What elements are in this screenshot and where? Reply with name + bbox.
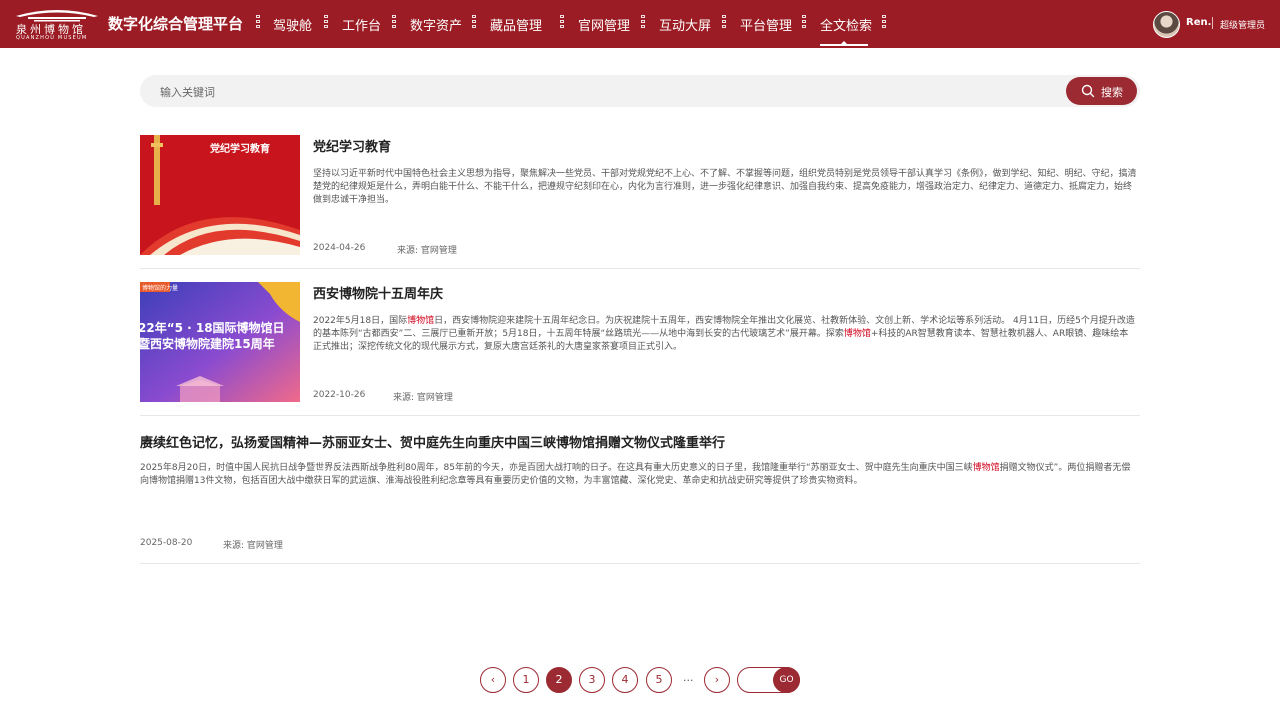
top-navbar: 泉州博物馆 QUANZHOU MUSEUM 数字化综合管理平台 驾驶舱 工作台 …: [0, 0, 1280, 48]
result-title[interactable]: 赓续红色记忆，弘扬爱国精神—苏丽亚女士、贺中庭先生向重庆中国三峡博物馆捐赠文物仪…: [140, 432, 725, 451]
page-button-1[interactable]: 1: [513, 667, 539, 693]
nav-item-workbench[interactable]: 工作台: [342, 15, 381, 34]
result-title[interactable]: 党纪学习教育: [313, 136, 391, 155]
result-thumbnail[interactable]: 党纪学习教育: [140, 135, 300, 255]
result-divider: [140, 415, 1140, 416]
result-date: 2024-04-26: [313, 243, 366, 253]
thumbnail-caption: 党纪学习教育: [210, 142, 270, 155]
active-nav-caret-icon: [839, 41, 849, 46]
nav-item-collections[interactable]: 藏品管理: [490, 15, 542, 34]
result-thumbnail[interactable]: 博物馆的力量 22年“5 · 18国际博物馆日 暨西安博物院建院15周年: [140, 282, 300, 402]
party-education-image: 党纪学习教育: [140, 135, 300, 255]
logo-name-en: QUANZHOU MUSEUM: [16, 35, 88, 41]
result-source: 来源: 官网管理: [393, 393, 453, 403]
result-description: 坚持以习近平新时代中国特色社会主义思想为指导，聚焦解决一些党员、干部对党规党纪不…: [313, 169, 1137, 205]
search-icon: [1081, 84, 1095, 98]
nav-separator-icon: [640, 15, 646, 31]
search-input[interactable]: [140, 75, 1140, 107]
result-description: 2025年8月20日，时值中国人民抗日战争暨世界反法西斯战争胜利80周年，85年…: [140, 463, 1131, 486]
page-button-2[interactable]: 2: [546, 667, 572, 693]
result-title[interactable]: 西安博物院十五周年庆: [313, 283, 443, 302]
result-description: 2022年5月18日，国际博物馆日，西安博物院迎来建院十五周年纪念日。为庆祝建院…: [313, 316, 1135, 352]
nav-separator-icon: [721, 15, 727, 31]
museum-logo[interactable]: 泉州博物馆 QUANZHOU MUSEUM: [14, 6, 100, 42]
nav-separator-icon: [471, 15, 477, 31]
nav-separator-icon: [255, 15, 261, 31]
user-role: 超级管理员: [1220, 21, 1266, 31]
nav-separator-icon: [323, 15, 329, 31]
result-source: 来源: 官网管理: [397, 246, 457, 256]
go-button[interactable]: GO: [773, 667, 800, 693]
system-title: 数字化综合管理平台: [108, 15, 244, 33]
thumbnail-tag: 博物馆的力量: [142, 284, 178, 292]
nav-item-website[interactable]: 官网管理: [578, 15, 630, 34]
nav-item-digital-assets[interactable]: 数字资产: [410, 15, 462, 34]
nav-item-platform[interactable]: 平台管理: [740, 15, 792, 34]
nav-item-fulltext-search[interactable]: 全文检索: [820, 15, 872, 34]
chevron-right-icon: ›: [714, 673, 720, 686]
result-source: 来源: 官网管理: [223, 541, 283, 551]
search-button[interactable]: 搜索: [1066, 77, 1137, 105]
page-button-4[interactable]: 4: [612, 667, 638, 693]
nav-item-cockpit[interactable]: 驾驶舱: [273, 15, 312, 34]
nav-separator-icon: [881, 15, 887, 31]
username[interactable]: Ren.: [1186, 17, 1211, 28]
pagination-ellipsis: ...: [683, 671, 694, 684]
chevron-left-icon: ‹: [490, 673, 496, 686]
thumbnail-caption-line1: 22年“5 · 18国际博物馆日: [140, 320, 285, 335]
result-divider: [140, 268, 1140, 269]
nav-item-interactive-screen[interactable]: 互动大屏: [659, 15, 711, 34]
result-date: 2025-08-20: [140, 538, 193, 548]
search-placeholder: 输入关键词: [160, 86, 215, 99]
avatar[interactable]: [1153, 11, 1180, 38]
thumbnail-caption-line2: 暨西安博物院建院15周年: [140, 336, 275, 351]
prev-page-button[interactable]: ‹: [480, 667, 506, 693]
nav-separator-icon: [391, 15, 397, 31]
page-button-3[interactable]: 3: [579, 667, 605, 693]
result-divider: [140, 563, 1140, 564]
result-date: 2022-10-26: [313, 390, 366, 400]
next-page-button[interactable]: ›: [704, 667, 730, 693]
nav-separator-icon: [801, 15, 807, 31]
page-button-5[interactable]: 5: [646, 667, 672, 693]
search-button-label: 搜索: [1101, 86, 1123, 99]
user-divider: [1212, 17, 1213, 29]
nav-separator-icon: [559, 15, 565, 31]
xian-museum-anniversary-image: 博物馆的力量 22年“5 · 18国际博物馆日 暨西安博物院建院15周年: [140, 282, 300, 402]
